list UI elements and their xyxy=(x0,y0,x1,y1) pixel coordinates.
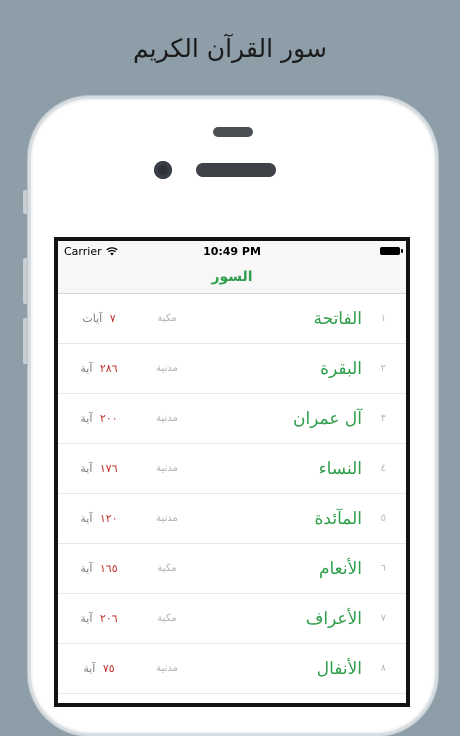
verse-count: ٧٥ آية xyxy=(74,662,124,675)
surah-index: ٣ xyxy=(380,413,386,424)
surah-row[interactable]: ١٧٦ آية مدنية النساء ٤ xyxy=(58,444,406,494)
status-bar: Carrier 10:49 PM xyxy=(58,241,406,261)
verse-count: ٢٠٠ آية xyxy=(74,412,124,425)
revelation-type: مدنية xyxy=(156,513,178,524)
surah-index: ٤ xyxy=(380,463,386,474)
surah-index: ١ xyxy=(380,313,386,324)
revelation-type: مدنية xyxy=(156,463,178,474)
verse-count-number: ١٢٠ xyxy=(99,512,118,525)
surah-row[interactable]: ١٢٠ آية مدنية المآئدة ٥ xyxy=(58,494,406,544)
battery-icon xyxy=(380,247,403,255)
verse-count: ١٢٠ آية xyxy=(74,512,124,525)
verse-count: ١٧٦ آية xyxy=(74,462,124,475)
verse-count-number: ٧٥ xyxy=(102,662,115,675)
wifi-icon xyxy=(105,246,118,255)
surah-name: الأنفال xyxy=(316,658,362,679)
verse-count-number: ٢٨٦ xyxy=(99,362,118,375)
surah-name: الفاتحة xyxy=(313,308,362,329)
surah-index: ٥ xyxy=(380,513,386,524)
revelation-type: مدنية xyxy=(156,413,178,424)
phone-frame: Carrier 10:49 PM السور ٧ آيات مكية الفات… xyxy=(28,96,438,736)
surah-row[interactable]: ٢٠٦ آية مكية الأعراف ٧ xyxy=(58,594,406,644)
verse-count-unit: آية xyxy=(80,562,93,575)
earpiece-speaker xyxy=(196,163,276,177)
carrier-label: Carrier xyxy=(64,244,102,258)
surah-name: النساء xyxy=(318,458,362,479)
surah-row[interactable]: ٧ آيات مكية الفاتحة ١ xyxy=(58,294,406,344)
verse-count: ٢٠٦ آية xyxy=(74,612,124,625)
verse-count-unit: آية xyxy=(80,612,93,625)
surah-index: ٨ xyxy=(380,663,386,674)
surah-row[interactable]: ٢٠٠ آية مدنية آل عمران ٣ xyxy=(58,394,406,444)
verse-count-number: ٢٠٠ xyxy=(99,412,118,425)
verse-count-unit: آية xyxy=(80,462,93,475)
surah-name: الأعراف xyxy=(305,608,362,629)
revelation-type: مدنية xyxy=(156,363,178,374)
verse-count-unit: آية xyxy=(80,412,93,425)
verse-count-number: ٢٠٦ xyxy=(99,612,118,625)
verse-count: ١٦٥ آية xyxy=(74,562,124,575)
surah-list: ٧ آيات مكية الفاتحة ١ ٢٨٦ آية مدنية البق… xyxy=(58,294,406,694)
revelation-type: مدنية xyxy=(156,663,178,674)
surah-name: الأنعام xyxy=(318,558,362,579)
surah-name: المآئدة xyxy=(314,508,362,529)
revelation-type: مكية xyxy=(157,613,177,624)
revelation-type: مكية xyxy=(157,563,177,574)
nav-title: السور xyxy=(211,269,253,285)
surah-name: آل عمران xyxy=(292,408,362,429)
verse-count-number: ٧ xyxy=(109,312,116,325)
verse-count: ٢٨٦ آية xyxy=(74,362,124,375)
surah-row[interactable]: ٢٨٦ آية مدنية البقرة ٢ xyxy=(58,344,406,394)
surah-row[interactable]: ١٦٥ آية مكية الأنعام ٦ xyxy=(58,544,406,594)
verse-count-unit: آيات xyxy=(82,312,103,325)
verse-count-number: ١٦٥ xyxy=(99,562,118,575)
verse-count: ٧ آيات xyxy=(74,312,124,325)
verse-count-unit: آية xyxy=(80,512,93,525)
surah-index: ٢ xyxy=(380,363,386,374)
verse-count-unit: آية xyxy=(83,662,96,675)
front-camera-icon xyxy=(154,161,172,179)
navigation-bar: السور xyxy=(58,261,406,294)
promo-title: سور القرآن الكريم xyxy=(133,34,327,63)
surah-index: ٧ xyxy=(380,613,386,624)
surah-row[interactable]: ٧٥ آية مدنية الأنفال ٨ xyxy=(58,644,406,694)
status-left: Carrier xyxy=(64,245,118,258)
verse-count-unit: آية xyxy=(80,362,93,375)
phone-top-sensor xyxy=(213,127,253,137)
app-screen: Carrier 10:49 PM السور ٧ آيات مكية الفات… xyxy=(54,237,410,707)
revelation-type: مكية xyxy=(157,313,177,324)
surah-index: ٦ xyxy=(380,563,386,574)
surah-name: البقرة xyxy=(320,358,362,379)
verse-count-number: ١٧٦ xyxy=(99,462,118,475)
